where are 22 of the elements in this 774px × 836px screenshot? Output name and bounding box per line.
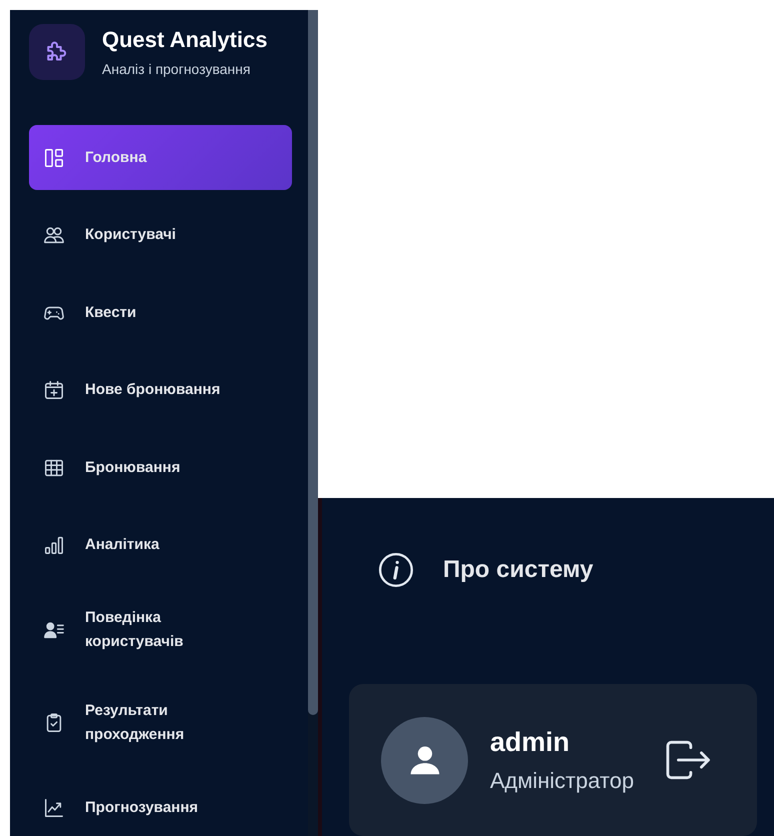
logout-icon[interactable] xyxy=(666,740,712,780)
nav-item[interactable]: Прогнозування xyxy=(29,775,292,836)
app-subtitle: Аналіз і прогнозування xyxy=(102,61,252,77)
trend-chart-icon xyxy=(43,796,65,818)
nav-item[interactable]: Аналітика xyxy=(29,512,292,578)
info-icon xyxy=(377,551,415,589)
scrollbar-thumb[interactable] xyxy=(308,10,318,715)
puzzle-logo-icon xyxy=(29,24,85,80)
user-role: Адміністратор xyxy=(490,768,634,794)
nav-item[interactable]: Нове бронювання xyxy=(29,358,292,422)
nav-item[interactable]: Головна xyxy=(29,125,292,190)
layout-icon xyxy=(43,146,65,168)
nav-item[interactable]: Квести xyxy=(29,280,292,345)
nav-item[interactable]: Користувачі xyxy=(29,202,292,268)
about-link[interactable]: Про систему xyxy=(349,550,757,590)
nav-item[interactable]: Результати проходження xyxy=(29,682,292,762)
calendar-plus-icon xyxy=(43,379,65,401)
app-title: Quest Analytics xyxy=(102,27,268,53)
nav-item[interactable]: Поведінка користувачів xyxy=(29,590,292,670)
user-name: admin xyxy=(490,726,571,758)
nav-item[interactable]: Бронювання xyxy=(29,435,292,500)
bar-chart-icon xyxy=(43,534,65,556)
